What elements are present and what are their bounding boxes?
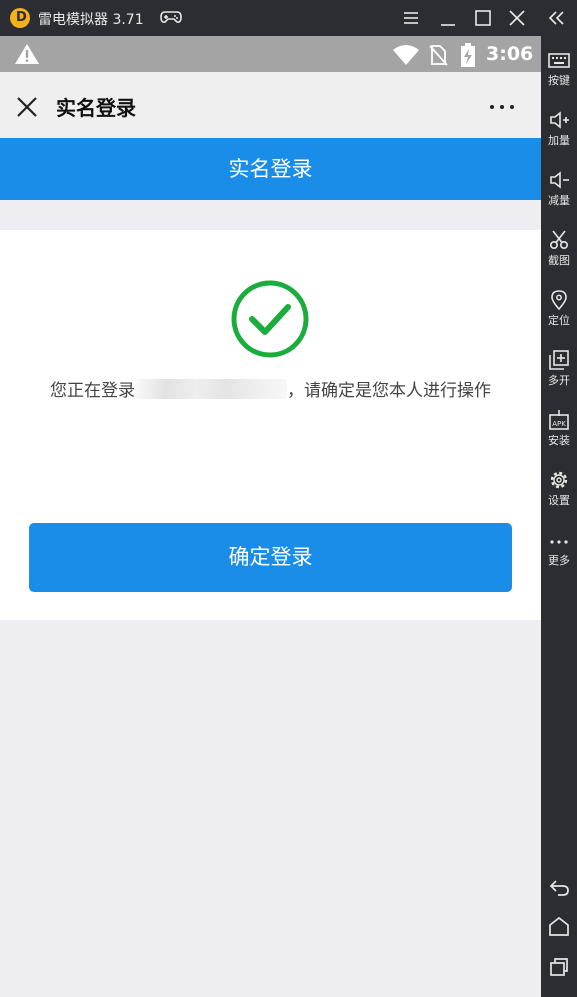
location-pin-icon <box>551 290 567 310</box>
menu-icon[interactable] <box>400 7 422 29</box>
home-icon <box>549 916 569 936</box>
app-header: 实名登录 <box>0 72 541 138</box>
more-options-button[interactable] <box>484 94 520 118</box>
gamepad-icon[interactable] <box>160 8 182 26</box>
message-prefix: 您正在登录 <box>50 381 135 401</box>
keyboard-icon <box>548 53 570 68</box>
volume-down-icon <box>550 171 569 189</box>
redacted-account <box>135 379 287 399</box>
confirm-card: 您正在登录 ，请确定是您本人进行操作 确定登录 <box>0 230 541 620</box>
message-suffix: ，请确定是您本人进行操作 <box>287 381 491 401</box>
sidebar-item-screenshot[interactable]: 截图 <box>541 224 577 280</box>
sidebar-item-keys[interactable]: 按键 <box>541 44 577 100</box>
emulator-title: 雷电模拟器 3.71 <box>38 12 144 28</box>
recents-icon <box>550 958 568 976</box>
close-icon[interactable] <box>14 94 40 120</box>
emulator-logo-icon: D <box>10 8 30 28</box>
sidebar-item-install[interactable]: APK 安装 <box>541 404 577 460</box>
back-icon <box>549 880 569 896</box>
warning-icon <box>15 44 39 64</box>
no-sim-icon <box>429 45 448 66</box>
close-window-icon[interactable] <box>506 7 528 29</box>
status-time: 3:06 <box>486 43 534 65</box>
sidebar-item-volume-up[interactable]: 加量 <box>541 104 577 160</box>
svg-text:APK: APK <box>552 420 566 428</box>
maximize-icon[interactable] <box>472 7 494 29</box>
confirm-login-button[interactable]: 确定登录 <box>29 523 512 592</box>
sidebar-item-settings[interactable]: 设置 <box>541 464 577 520</box>
more-dots-icon <box>550 540 568 544</box>
battery-charging-icon <box>461 43 475 67</box>
minimize-icon[interactable] <box>437 7 459 29</box>
sidebar-item-location[interactable]: 定位 <box>541 284 577 340</box>
login-message: 您正在登录 ，请确定是您本人进行操作 <box>30 378 511 405</box>
wifi-icon <box>393 45 419 65</box>
section-gap <box>0 200 541 230</box>
apk-install-icon: APK <box>549 410 569 430</box>
sidebar-item-volume-down[interactable]: 减量 <box>541 164 577 220</box>
back-nav-button[interactable] <box>541 872 577 902</box>
recents-nav-button[interactable] <box>541 952 577 982</box>
sidebar-item-multi-instance[interactable]: 多开 <box>541 344 577 400</box>
status-bar: 3:06 <box>0 36 541 72</box>
empty-area <box>0 620 541 997</box>
sidebar-item-more[interactable]: 更多 <box>541 524 577 580</box>
gear-icon <box>550 471 568 489</box>
banner-title: 实名登录 <box>0 138 541 200</box>
home-nav-button[interactable] <box>541 912 577 942</box>
scissors-icon <box>549 230 569 250</box>
page-title: 实名登录 <box>56 96 136 120</box>
multi-instance-icon <box>549 350 569 370</box>
emulator-titlebar: D 雷电模拟器 3.71 <box>0 0 577 36</box>
success-check-icon <box>231 280 309 358</box>
collapse-sidebar-icon[interactable] <box>546 7 568 29</box>
emulator-sidebar: 按键 加量 减量 截图 定位 多开 APK 安装 设置 更多 <box>541 36 577 997</box>
volume-up-icon <box>550 111 569 129</box>
